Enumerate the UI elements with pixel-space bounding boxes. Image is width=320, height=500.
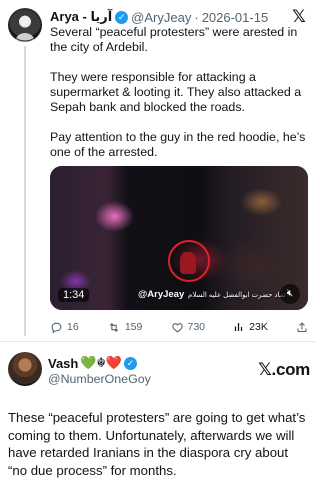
avatar[interactable] [8,8,42,42]
heart-icon [171,322,183,332]
tweet-actions: 16 159 730 23K [50,318,308,336]
tweet-date[interactable]: 2026-01-15 [202,10,269,25]
video-watermark: @AryJeay [138,289,185,300]
author-handle[interactable]: @NumberOneGoy [48,372,151,386]
tweet-body: Several “peaceful protesters” were arest… [50,25,308,175]
thread-line [24,46,26,336]
quoted-tweet[interactable]: Arya - آریا ✓ @AryJeay · 2026-01-15 𝕏 Se… [0,0,316,336]
tweet-header: Arya - آریا ✓ @AryJeay · 2026-01-15 [50,8,290,26]
tweet-paragraph: They were responsible for attacking a su… [50,70,302,114]
reply-button[interactable]: 16 [50,321,79,334]
share-button[interactable] [296,321,308,334]
x-logo-icon[interactable]: 𝕏 [290,8,308,26]
author-name[interactable]: Arya - آریا [50,9,112,25]
video-player[interactable]: 1:34 @AryJeay تماد حضرت ابوالفضل علیه ال… [50,166,308,310]
avatar-figure-icon [8,8,42,42]
divider [0,341,316,342]
reply-header: Vash 💚☬❤️ ✓ [48,355,137,371]
speaker-muted-icon[interactable]: 🔇︎ [280,284,300,304]
avatar[interactable] [8,352,42,386]
reply-text: These “peaceful protesters” are going to… [8,410,306,478]
author-name[interactable]: Vash [48,356,78,371]
reply-icon [51,322,62,333]
bar-chart-icon [235,323,243,331]
repost-button[interactable]: 159 [107,321,143,334]
view-count: 23K [249,321,268,333]
views-button[interactable]: 23K [233,321,268,333]
reply-count: 16 [67,321,79,333]
video-watermark-arabic: تماد حضرت ابوالفضل علیه السلام [188,292,286,299]
like-button[interactable]: 730 [171,321,206,334]
share-icon [297,321,307,332]
author-emoji: 💚☬❤️ [80,355,122,370]
verified-badge-icon: ✓ [123,356,137,370]
repost-count: 159 [124,321,143,333]
tweet-paragraph: Several “peaceful protesters” were arest… [50,25,298,54]
tweet-paragraph: Pay attention to the guy in the red hood… [50,130,306,159]
separator-dot: · [194,9,199,25]
repost-icon [109,322,119,332]
verified-badge-icon: ✓ [115,10,129,24]
like-count: 730 [187,321,206,333]
highlight-circle [168,240,210,282]
author-handle[interactable]: @AryJeay [131,10,191,25]
video-duration: 1:34 [58,288,90,302]
x-com-logo: 𝕏.com [258,360,310,379]
